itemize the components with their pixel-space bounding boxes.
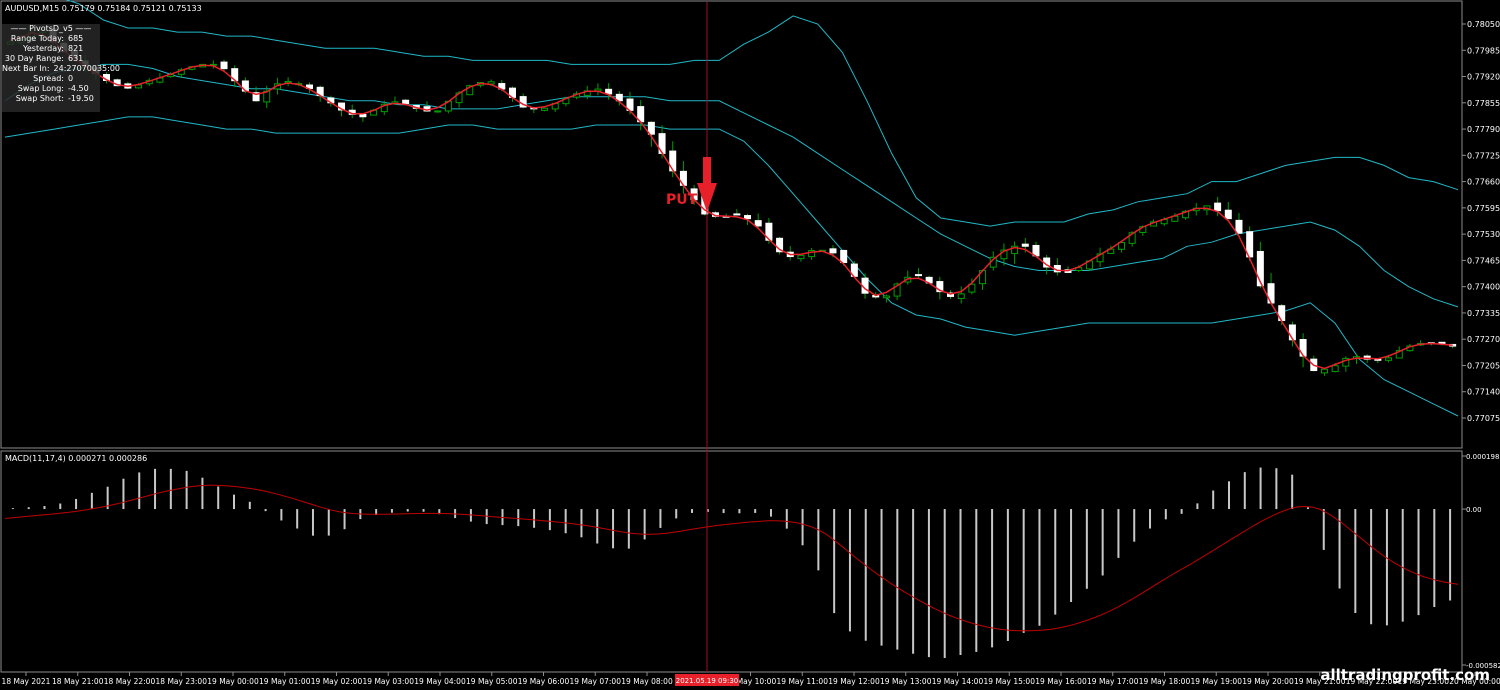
pivots-row-label: 30 Day Range: [4, 54, 64, 63]
price-tick-label: 0.77530 [1467, 230, 1500, 239]
time-tick-label: 19 May 14:00 [932, 677, 984, 686]
candle-body [914, 274, 922, 277]
time-tick-label: 19 May 17:00 [1087, 677, 1139, 686]
time-tick-label: 19 May 16:00 [1035, 677, 1087, 686]
price-tick-label: 0.77920 [1467, 73, 1500, 82]
pivots-row-label: Swap Long: [17, 84, 64, 93]
macd-tick-label: 0.00 [1466, 506, 1482, 514]
highlight-time-label: 2021.05.19 09:30 [676, 677, 738, 685]
time-tick-label: 19 May 06:00 [518, 677, 570, 686]
pivots-row-value: 631 [68, 54, 84, 63]
candle-body [1235, 219, 1243, 234]
put-signal-label: PUT [666, 192, 698, 208]
price-tick-label: 0.77790 [1467, 125, 1500, 134]
pivots-row-value: 821 [68, 44, 84, 53]
candle-body [733, 213, 741, 216]
pivots-row-value: -19.50 [68, 94, 94, 103]
time-tick-label: 19 May 02:00 [311, 677, 363, 686]
price-tick-label: 0.77855 [1467, 99, 1500, 108]
pivots-row-value: 685 [68, 34, 84, 43]
price-tick-label: 0.77075 [1467, 414, 1500, 423]
candle-body [434, 110, 442, 113]
time-tick-label: 18 May 21:00 [52, 677, 104, 686]
pivots-row-label: Swap Short: [15, 94, 64, 103]
pivots-row: Swap Short: -19.50 [2, 94, 100, 104]
price-tick-label: 0.77400 [1467, 283, 1500, 292]
candle-body [541, 107, 549, 111]
time-tick-label: 19 May 13:00 [880, 677, 932, 686]
pivots-row-label: Next Bar In: [2, 64, 50, 73]
price-tick-label: 0.78050 [1467, 20, 1500, 29]
symbol-header: AUDUSD,M15 0.75179 0.75184 0.75121 0.751… [5, 4, 202, 13]
trading-chart[interactable]: 0.78050 0.77985 0.77920 0.77855 0.77790 0.777… [0, 0, 1500, 690]
candle-body [744, 215, 752, 220]
candle-body [957, 293, 965, 300]
pivots-row: Next Bar In: 24:27070035:00 [2, 64, 120, 74]
pivots-row-label: Range Today: [10, 34, 64, 43]
price-tick-label: 0.77270 [1467, 335, 1500, 344]
price-tick-label: 0.77725 [1467, 151, 1500, 160]
time-tick-label: 19 May 01:00 [259, 677, 311, 686]
candle-body [1299, 339, 1307, 357]
price-tick-label: 0.77140 [1467, 388, 1500, 397]
watermark: alltradingprofit.com [1320, 666, 1490, 684]
time-tick-label: 18 May 23:00 [156, 677, 208, 686]
macd-label: MACD(11,17,4) 0.000271 0.000286 [5, 454, 147, 463]
pivots-panel-title: —— PivotsD_v5 —— [10, 24, 92, 33]
candle-body [840, 249, 848, 263]
time-tick-label: 19 May 11:00 [777, 677, 829, 686]
pivots-row-value: 0 [68, 74, 74, 83]
time-tick-label: 19 May 00:00 [207, 677, 259, 686]
price-tick-label: 0.77660 [1467, 178, 1500, 187]
pivots-row-value: -4.50 [68, 84, 89, 93]
price-tick-label: 0.77595 [1467, 204, 1500, 213]
candle-body [1224, 209, 1232, 220]
candle-body [1214, 202, 1222, 212]
time-tick-label: 19 May 12:00 [828, 677, 880, 686]
time-tick-label: 19 May 19:00 [1191, 677, 1243, 686]
time-tick-label: 19 May 07:00 [570, 677, 622, 686]
price-tick-label: 0.77985 [1467, 46, 1500, 55]
candle-body [1021, 243, 1029, 247]
candle-body [1385, 357, 1393, 361]
candle-body [1331, 365, 1339, 373]
pivots-row: 30 Day Range: 631 [2, 54, 100, 64]
time-tick-label: 19 May 20:00 [1242, 677, 1294, 686]
pivots-row-label: Spread: [33, 74, 64, 83]
time-tick-label: 19 May 04:00 [414, 677, 466, 686]
candle-body [220, 61, 228, 70]
pivots-row: Swap Long: -4.50 [2, 84, 100, 94]
candle-body [797, 254, 805, 260]
time-tick-label: 18 May 2021 [2, 677, 51, 686]
time-tick-label: 19 May 15:00 [984, 677, 1036, 686]
macd-tick-label: 0.000198 [1466, 453, 1499, 461]
candle-body [754, 220, 762, 227]
time-tick-label: 19 May 05:00 [466, 677, 518, 686]
time-tick-label: 19 May 18:00 [1139, 677, 1191, 686]
candle-body [359, 113, 367, 118]
pivots-info-panel: —— PivotsD_v5 —— Range Today: 685 Yesterd… [2, 24, 120, 112]
pivots-row: Range Today: 685 [2, 34, 100, 44]
pivots-row-value: 24:27070035:00 [53, 64, 120, 73]
price-tick-label: 0.77335 [1467, 309, 1500, 318]
time-tick-label: 19 May 08:00 [621, 677, 673, 686]
pivots-row-label: Yesterday: [23, 44, 64, 53]
candle-body [882, 295, 890, 299]
time-tick-label: 19 May 03:00 [363, 677, 415, 686]
time-tick-label: 18 May 22:00 [104, 677, 156, 686]
pivots-row: Spread: 0 [2, 74, 100, 84]
price-tick-label: 0.77465 [1467, 256, 1500, 265]
price-tick-label: 0.77205 [1467, 361, 1500, 370]
candle-body [402, 99, 410, 104]
candle-body [1320, 368, 1328, 374]
chart-background [0, 0, 1500, 690]
pivots-row: Yesterday: 821 [2, 44, 100, 54]
candle-body [829, 248, 837, 254]
